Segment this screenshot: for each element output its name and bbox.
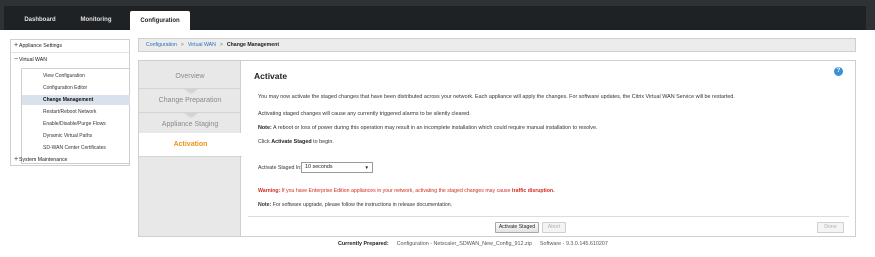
tree-label: Appliance Settings: [19, 43, 62, 49]
breadcrumb-current: Change Management: [226, 42, 280, 48]
footer-software: Software - 9.3.0.145.610207: [539, 241, 608, 247]
note-text: A reboot or loss of power during this op…: [271, 125, 598, 131]
reboot-note: Note: A reboot or loss of power during t…: [258, 125, 598, 131]
click-bold: Activate Staged: [271, 139, 312, 145]
software-upgrade-note: Note: For software upgrade, please follo…: [258, 202, 452, 208]
divider: [11, 52, 129, 53]
expand-icon[interactable]: +: [11, 40, 19, 52]
virtual-wan-submenu: View Configuration Configuration Editor …: [21, 68, 130, 164]
tree-item-sdwan-center-certificates[interactable]: SD-WAN Center Certificates: [22, 143, 130, 153]
expand-icon[interactable]: +: [11, 154, 19, 166]
activate-staged-in-label: Activate Staged In:: [258, 165, 302, 171]
tab-dashboard[interactable]: Dashboard: [20, 10, 60, 30]
tree-label: System Maintenance: [19, 157, 68, 163]
warning-text: If you have Enterprise Edition appliance…: [280, 188, 512, 194]
collapse-icon[interactable]: −: [11, 54, 19, 66]
chevron-down-icon: ▼: [364, 165, 369, 170]
warning-bold: traffic disruption.: [511, 188, 555, 194]
warning-message: Warning: If you have Enterprise Edition …: [258, 188, 555, 194]
breadcrumb-virtual-wan[interactable]: Virtual WAN: [188, 42, 216, 48]
note-label: Note:: [258, 125, 272, 131]
step-change-preparation[interactable]: Change Preparation: [139, 89, 241, 113]
breadcrumb-separator: >: [180, 42, 184, 48]
activate-description: You may now activate the staged changes …: [258, 94, 735, 100]
activate-content: Activate ? You may now activate the stag…: [242, 61, 855, 236]
tree-item-appliance-settings[interactable]: +Appliance Settings: [11, 40, 129, 52]
tab-configuration[interactable]: Configuration: [130, 11, 190, 32]
click-instruction: Click Activate Staged to begin.: [258, 139, 334, 145]
help-icon[interactable]: ?: [834, 67, 843, 76]
tree-item-dynamic-virtual-paths[interactable]: Dynamic Virtual Paths: [22, 131, 130, 141]
currently-prepared-status: Currently Prepared: Configuration - Netsc…: [338, 241, 608, 247]
wizard-steps: Overview Change Preparation Appliance St…: [139, 61, 242, 236]
tree-item-view-configuration[interactable]: View Configuration: [22, 71, 130, 81]
breadcrumb: Configuration > Virtual WAN > Change Managem…: [138, 38, 856, 52]
sidebar-tree: +Appliance Settings −Virtual WAN View Co…: [10, 39, 130, 166]
tree-item-system-maintenance[interactable]: +System Maintenance: [11, 154, 129, 166]
tree-item-enable-disable-purge-flows[interactable]: Enable/Disable/Purge Flows: [22, 119, 130, 129]
breadcrumb-separator: >: [219, 42, 223, 48]
top-nav-inner: Dashboard Monitoring Configuration: [4, 6, 866, 32]
warning-label: Warning:: [258, 188, 281, 194]
tree-item-virtual-wan[interactable]: −Virtual WAN: [11, 54, 129, 66]
tree-label: Virtual WAN: [19, 57, 47, 63]
click-prefix: Click: [258, 139, 272, 145]
breadcrumb-configuration[interactable]: Configuration: [146, 42, 177, 48]
activate-staged-in-select[interactable]: 10 seconds ▼: [301, 162, 373, 173]
note-text: For software upgrade, please follow the …: [271, 202, 453, 208]
abort-button[interactable]: Abort: [542, 222, 566, 233]
page-title: Activate: [254, 71, 288, 81]
footer-label: Currently Prepared:: [338, 241, 389, 247]
change-management-panel: Overview Change Preparation Appliance St…: [138, 60, 856, 237]
note-label: Note:: [258, 202, 272, 208]
step-activation[interactable]: Activation: [139, 133, 242, 157]
tree-item-configuration-editor[interactable]: Configuration Editor: [22, 83, 130, 93]
select-value: 10 seconds: [305, 164, 333, 170]
footer-config: Configuration - Netscaler_SDWAN_New_Conf…: [396, 241, 532, 247]
tree-item-change-management[interactable]: Change Management: [22, 95, 130, 105]
tree-item-restart-reboot-network[interactable]: Restart/Reboot Network: [22, 107, 130, 117]
divider: [248, 216, 849, 217]
top-nav-bar: Dashboard Monitoring Configuration: [0, 0, 875, 32]
alarms-notice: Activating staged changes will cause any…: [258, 111, 471, 117]
tab-monitoring[interactable]: Monitoring: [73, 10, 119, 30]
done-button[interactable]: Done: [817, 222, 844, 233]
click-suffix: to begin.: [311, 139, 334, 145]
activate-staged-button[interactable]: Activate Staged: [495, 222, 539, 233]
step-overview[interactable]: Overview: [139, 65, 241, 89]
